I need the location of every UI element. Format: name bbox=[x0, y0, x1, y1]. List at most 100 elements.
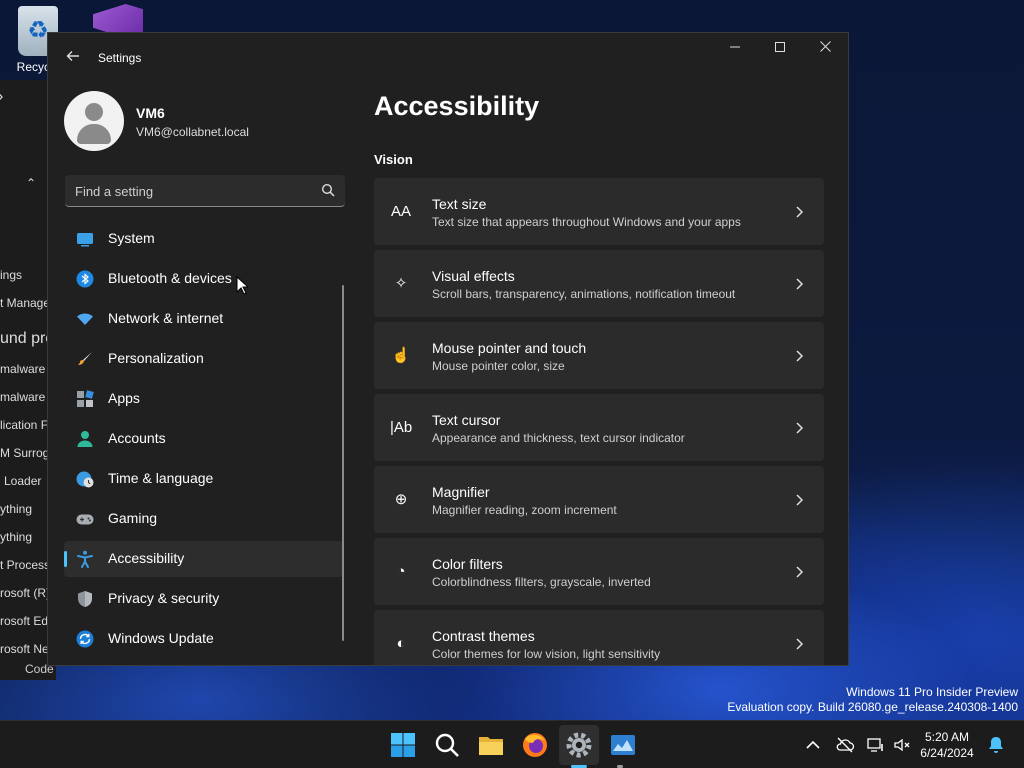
user-name: VM6 bbox=[136, 105, 165, 121]
monitor-icon bbox=[77, 233, 93, 247]
section-title: Vision bbox=[374, 152, 413, 167]
chevron-right-icon bbox=[796, 278, 804, 290]
window-title: Settings bbox=[98, 51, 142, 65]
card-description: Color themes for low vision, light sensi… bbox=[432, 647, 661, 661]
title-bar[interactable]: Settings bbox=[48, 33, 848, 81]
card-description: Mouse pointer color, size bbox=[432, 359, 565, 373]
nav-item-bluetooth[interactable]: Bluetooth & devices bbox=[64, 261, 344, 297]
wifi-icon bbox=[77, 313, 93, 325]
bg-window-row: t Manage bbox=[0, 296, 51, 310]
bg-window-row: malware bbox=[0, 390, 46, 404]
app-icon[interactable] bbox=[609, 731, 637, 759]
clock-time: 5:20 AM bbox=[924, 730, 970, 744]
nav-item-system[interactable]: System bbox=[64, 221, 344, 257]
contrast-icon: ◐ bbox=[396, 635, 406, 652]
chevron-up-icon[interactable] bbox=[803, 735, 823, 755]
network-icon[interactable] bbox=[866, 735, 886, 755]
mouse-cursor-icon bbox=[236, 276, 248, 295]
start-icon[interactable] bbox=[389, 731, 417, 759]
settings-nav: System Bluetooth & devices Network & int… bbox=[64, 221, 344, 661]
card-title: Contrast themes bbox=[432, 628, 535, 644]
nav-label: Network & internet bbox=[108, 310, 224, 326]
card-visual-effects[interactable]: ✧ Visual effects Scroll bars, transparen… bbox=[374, 250, 824, 317]
watermark-line-2: Evaluation copy. Build 26080.ge_release.… bbox=[727, 700, 1018, 714]
card-description: Text size that appears throughout Window… bbox=[432, 215, 741, 229]
notification-bell-icon[interactable] bbox=[986, 735, 1006, 755]
card-title: Visual effects bbox=[432, 268, 515, 284]
user-profile[interactable]: VM6 VM6@collabnet.local bbox=[64, 91, 354, 153]
gamepad-icon bbox=[76, 514, 94, 525]
watermark-line-1: Windows 11 Pro Insider Preview bbox=[846, 685, 1018, 699]
card-text-size[interactable]: AA Text size Text size that appears thro… bbox=[374, 178, 824, 245]
close-button[interactable] bbox=[802, 33, 848, 65]
card-mouse-pointer[interactable]: ☝ Mouse pointer and touch Mouse pointer … bbox=[374, 322, 824, 389]
maximize-icon bbox=[775, 42, 785, 52]
nav-item-privacy[interactable]: Privacy & security bbox=[64, 581, 344, 617]
nav-item-apps[interactable]: Apps bbox=[64, 381, 344, 417]
chevron-right-icon bbox=[796, 206, 804, 218]
bluetooth-icon bbox=[76, 270, 94, 288]
card-text-cursor[interactable]: |Ab Text cursor Appearance and thickness… bbox=[374, 394, 824, 461]
volume-muted-icon[interactable] bbox=[892, 735, 912, 755]
settings-icon[interactable] bbox=[565, 731, 593, 759]
sparkle-icon: ✧ bbox=[394, 275, 408, 292]
nav-label: Accessibility bbox=[108, 550, 185, 566]
chevron-right-icon bbox=[796, 422, 804, 434]
chevron-right-icon bbox=[796, 566, 804, 578]
nav-item-gaming[interactable]: Gaming bbox=[64, 501, 344, 537]
nav-label: System bbox=[108, 230, 155, 246]
card-description: Scroll bars, transparency, animations, n… bbox=[432, 287, 736, 301]
nav-scrollbar[interactable] bbox=[342, 285, 344, 641]
cloud-offline-icon[interactable] bbox=[835, 735, 855, 755]
apps-icon bbox=[77, 390, 94, 407]
file-explorer-icon[interactable] bbox=[477, 731, 505, 759]
card-magnifier[interactable]: ⊕ Magnifier Magnifier reading, zoom incr… bbox=[374, 466, 824, 533]
chevron-right-icon bbox=[796, 638, 804, 650]
back-button[interactable] bbox=[62, 47, 84, 69]
bg-window-row: lication Fr bbox=[0, 418, 53, 432]
settings-cards: AA Text size Text size that appears thro… bbox=[374, 178, 824, 665]
chevron-right-icon bbox=[796, 494, 804, 506]
search-icon[interactable] bbox=[433, 731, 461, 759]
bg-window-row: rosoft (R) bbox=[0, 586, 51, 600]
card-contrast-themes[interactable]: ◐ Contrast themes Color themes for low v… bbox=[374, 610, 824, 665]
clock[interactable]: 5:20 AM 6/24/2024 bbox=[912, 729, 982, 761]
accessibility-icon bbox=[77, 550, 93, 568]
bg-window-row: Loader bbox=[4, 474, 42, 488]
card-description: Colorblindness filters, grayscale, inver… bbox=[432, 575, 651, 589]
nav-label: Accounts bbox=[108, 430, 166, 446]
nav-item-windows-update[interactable]: Windows Update bbox=[64, 621, 344, 657]
clock-date: 6/24/2024 bbox=[920, 746, 974, 760]
nav-item-time-language[interactable]: Time & language bbox=[64, 461, 344, 497]
text-cursor-icon: |Ab bbox=[390, 419, 413, 436]
nav-label: Windows Update bbox=[108, 630, 214, 646]
nav-item-accessibility[interactable]: Accessibility bbox=[64, 541, 344, 577]
nav-item-accounts[interactable]: Accounts bbox=[64, 421, 344, 457]
avatar bbox=[64, 91, 124, 151]
card-color-filters[interactable]: ◔ Color filters Colorblindness filters, … bbox=[374, 538, 824, 605]
card-description: Appearance and thickness, text cursor in… bbox=[432, 431, 685, 445]
bg-arrow: › bbox=[0, 88, 3, 106]
minimize-icon bbox=[730, 46, 740, 48]
avatar-body bbox=[77, 124, 111, 144]
card-title: Text cursor bbox=[432, 412, 501, 428]
bg-window-row: malware bbox=[0, 362, 46, 376]
nav-item-network[interactable]: Network & internet bbox=[64, 301, 344, 337]
search-icon[interactable] bbox=[321, 183, 335, 197]
bg-window-row: rosoft Edi bbox=[0, 614, 51, 628]
settings-window: Settings VM6 VM6@collabnet.local System … bbox=[47, 32, 849, 666]
search-input[interactable] bbox=[75, 181, 315, 201]
globe-clock-icon bbox=[76, 471, 94, 488]
firefox-icon[interactable] bbox=[521, 731, 549, 759]
person-icon bbox=[77, 431, 93, 447]
maximize-button[interactable] bbox=[757, 33, 803, 65]
minimize-button[interactable] bbox=[712, 33, 758, 65]
card-description: Magnifier reading, zoom increment bbox=[432, 503, 617, 517]
nav-item-personalization[interactable]: Personalization bbox=[64, 341, 344, 377]
page-title: Accessibility bbox=[374, 91, 540, 121]
back-arrow-icon bbox=[66, 51, 79, 61]
bg-window-row: ything bbox=[0, 530, 33, 544]
bg-window-row: ings bbox=[0, 268, 23, 282]
card-title: Magnifier bbox=[432, 484, 490, 500]
search-box[interactable] bbox=[65, 175, 345, 207]
